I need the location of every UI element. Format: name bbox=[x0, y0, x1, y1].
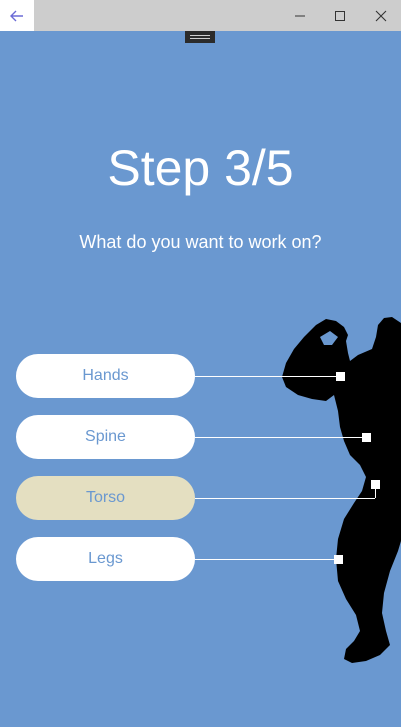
step-title: Step 3/5 bbox=[107, 140, 294, 196]
torso-marker bbox=[371, 480, 380, 489]
question-text: What do you want to work on? bbox=[79, 232, 322, 252]
arrow-left-icon bbox=[10, 10, 23, 21]
title-bar bbox=[0, 0, 401, 31]
close-icon bbox=[375, 10, 387, 21]
option-label: Legs bbox=[88, 550, 123, 567]
close-button[interactable] bbox=[361, 0, 401, 31]
legs-marker bbox=[334, 555, 343, 564]
spine-marker bbox=[362, 433, 371, 442]
minimize-icon bbox=[295, 15, 305, 16]
back-button[interactable] bbox=[0, 0, 34, 31]
option-hands-button[interactable]: Hands bbox=[16, 354, 195, 398]
hands-marker bbox=[336, 372, 345, 381]
app-content: Step 3/5 What do you want to work on? Ha… bbox=[0, 31, 401, 727]
torso-connector-line bbox=[195, 498, 375, 499]
option-spine-button[interactable]: Spine bbox=[16, 415, 195, 459]
maximize-button[interactable] bbox=[320, 0, 360, 31]
minimize-button[interactable] bbox=[280, 0, 320, 31]
legs-connector-line bbox=[195, 559, 339, 560]
maximize-icon bbox=[335, 10, 345, 21]
option-label: Torso bbox=[85, 489, 126, 506]
option-torso-button[interactable]: Torso bbox=[16, 476, 195, 520]
drag-handle[interactable] bbox=[185, 31, 215, 43]
bodybuilder-silhouette bbox=[282, 317, 401, 663]
hands-connector-line bbox=[195, 376, 341, 377]
option-label: Hands bbox=[82, 367, 129, 384]
option-legs-button[interactable]: Legs bbox=[16, 537, 195, 581]
spine-connector-line bbox=[195, 437, 366, 438]
option-label: Spine bbox=[85, 428, 126, 445]
